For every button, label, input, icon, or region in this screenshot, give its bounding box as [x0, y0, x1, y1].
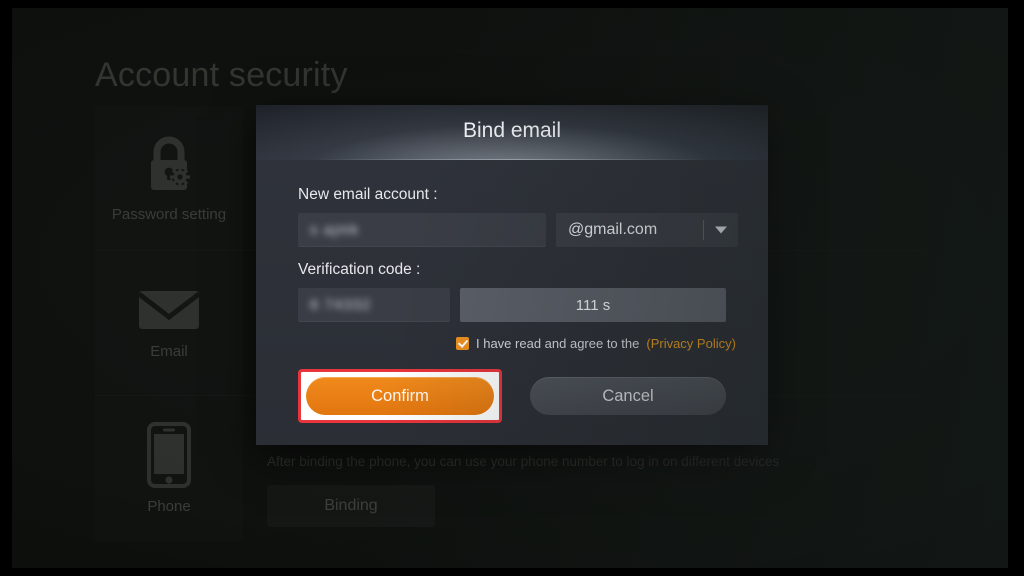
privacy-policy-link[interactable]: (Privacy Policy) — [646, 336, 736, 351]
screen: Account security Password setting Email … — [0, 0, 1024, 576]
verification-code-input-value: 6 74332 — [310, 296, 372, 314]
privacy-agreement-checkbox[interactable] — [456, 337, 469, 350]
email-input-row: s ajmk @gmail.com — [298, 213, 738, 247]
page-title: Account security — [95, 56, 348, 94]
email-domain-selected: @gmail.com — [568, 221, 658, 238]
email-card[interactable]: Email — [95, 251, 243, 396]
phone-binding-button[interactable]: Binding — [267, 485, 435, 527]
dialog-body: New email account : s ajmk @gmail.com Ve… — [256, 160, 768, 445]
password-setting-card[interactable]: Password setting — [95, 106, 243, 251]
domain-select-divider — [703, 220, 704, 240]
dialog-titlebar: Bind email — [256, 105, 768, 160]
verification-code-input[interactable]: 6 74332 — [298, 288, 450, 322]
password-setting-label: Password setting — [111, 206, 227, 223]
privacy-agreement-text: I have read and agree to the — [476, 336, 640, 351]
confirm-button-highlight: Confirm — [298, 369, 502, 423]
verification-code-label: Verification code : — [298, 261, 421, 278]
email-account-input[interactable]: s ajmk — [298, 213, 546, 247]
phone-card[interactable]: Phone — [95, 396, 243, 541]
chevron-down-icon[interactable] — [715, 226, 727, 234]
new-email-account-label: New email account : — [298, 186, 438, 203]
email-label: Email — [150, 343, 188, 360]
phone-hint: After binding the phone, you can use you… — [267, 454, 780, 469]
resend-code-timer-button[interactable]: 111 s — [460, 288, 726, 322]
email-domain-select[interactable]: @gmail.com — [556, 213, 738, 247]
cancel-button[interactable]: Cancel — [530, 377, 726, 415]
privacy-agreement-row: I have read and agree to the (Privacy Po… — [456, 336, 738, 351]
phone-icon — [147, 422, 191, 488]
account-security-page: Account security Password setting Email … — [12, 8, 1008, 568]
confirm-button[interactable]: Confirm — [306, 377, 494, 415]
bind-email-dialog: Bind email New email account : s ajmk @g… — [256, 105, 768, 445]
dialog-button-bar: Confirm Cancel — [298, 369, 738, 423]
lock-gear-icon — [139, 134, 199, 196]
email-account-input-value: s ajmk — [310, 221, 360, 239]
dialog-title: Bind email — [462, 119, 562, 142]
envelope-icon — [137, 287, 201, 333]
verification-code-row: 6 74332 111 s — [298, 288, 738, 322]
phone-label: Phone — [147, 498, 191, 515]
